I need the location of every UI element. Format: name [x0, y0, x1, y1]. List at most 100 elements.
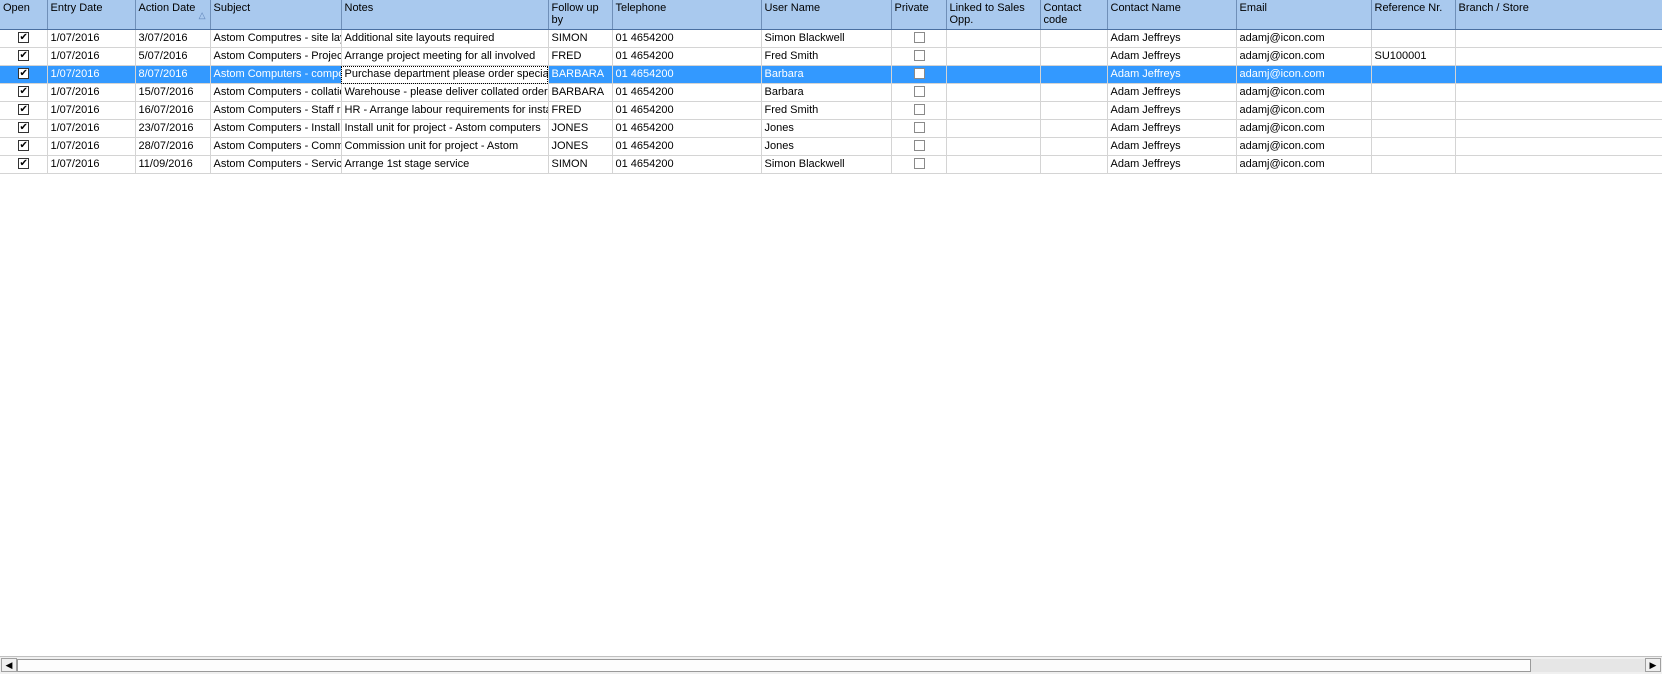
- open-checkbox[interactable]: ✔: [18, 103, 30, 115]
- col-header-follow-up-by[interactable]: Follow up by: [548, 0, 613, 30]
- cell-email[interactable]: adamj@icon.com: [1236, 65, 1372, 84]
- cell-follow-up-by[interactable]: FRED: [548, 47, 613, 66]
- table-row[interactable]: ✔ 1/07/2016 23/07/2016 Astom Computers - In…: [0, 119, 1662, 138]
- cell-branch-store[interactable]: [1455, 83, 1662, 102]
- private-checkbox[interactable]: [913, 157, 925, 169]
- col-header-contact-code[interactable]: Contact code: [1040, 0, 1108, 30]
- cell-entry-date[interactable]: 1/07/2016: [47, 65, 136, 84]
- cell-reference-nr[interactable]: [1371, 101, 1456, 120]
- cell-linked-sales-opp[interactable]: [946, 101, 1041, 120]
- col-header-notes[interactable]: Notes: [341, 0, 549, 30]
- open-checkbox[interactable]: ✔: [18, 157, 30, 169]
- col-header-subject[interactable]: Subject: [210, 0, 342, 30]
- open-cell[interactable]: ✔: [0, 119, 48, 138]
- col-header-action-date[interactable]: Action Date △: [135, 0, 211, 30]
- cell-user-name[interactable]: Jones: [761, 137, 892, 156]
- cell-subject[interactable]: Astom Computers - Service: [210, 155, 342, 174]
- cell-contact-code[interactable]: [1040, 101, 1108, 120]
- cell-notes[interactable]: HR - Arrange labour requirements for ins…: [341, 101, 549, 120]
- cell-contact-code[interactable]: [1040, 29, 1108, 48]
- cell-linked-sales-opp[interactable]: [946, 47, 1041, 66]
- table-row[interactable]: ✔ 1/07/2016 15/07/2016 Astom Computers - co…: [0, 83, 1662, 102]
- cell-reference-nr[interactable]: [1371, 137, 1456, 156]
- col-header-open[interactable]: Open: [0, 0, 48, 30]
- cell-contact-code[interactable]: [1040, 65, 1108, 84]
- cell-user-name[interactable]: Fred Smith: [761, 101, 892, 120]
- cell-linked-sales-opp[interactable]: [946, 155, 1041, 174]
- cell-action-date[interactable]: 16/07/2016: [135, 101, 211, 120]
- cell-notes[interactable]: Purchase department please order special: [341, 65, 549, 84]
- cell-notes[interactable]: Warehouse - please deliver collated orde…: [341, 83, 549, 102]
- cell-contact-code[interactable]: [1040, 155, 1108, 174]
- private-checkbox[interactable]: [913, 67, 925, 79]
- cell-email[interactable]: adamj@icon.com: [1236, 83, 1372, 102]
- cell-entry-date[interactable]: 1/07/2016: [47, 29, 136, 48]
- open-cell[interactable]: ✔: [0, 47, 48, 66]
- open-checkbox[interactable]: ✔: [18, 49, 30, 61]
- cell-notes[interactable]: Additional site layouts required: [341, 29, 549, 48]
- cell-telephone[interactable]: 01 4654200: [612, 137, 762, 156]
- cell-entry-date[interactable]: 1/07/2016: [47, 47, 136, 66]
- cell-linked-sales-opp[interactable]: [946, 29, 1041, 48]
- cell-branch-store[interactable]: [1455, 65, 1662, 84]
- cell-contact-name[interactable]: Adam Jeffreys: [1107, 29, 1237, 48]
- open-checkbox[interactable]: ✔: [18, 121, 30, 133]
- cell-action-date[interactable]: 8/07/2016: [135, 65, 211, 84]
- cell-reference-nr[interactable]: [1371, 155, 1456, 174]
- cell-entry-date[interactable]: 1/07/2016: [47, 155, 136, 174]
- cell-contact-code[interactable]: [1040, 137, 1108, 156]
- cell-notes[interactable]: Arrange 1st stage service: [341, 155, 549, 174]
- cell-follow-up-by[interactable]: FRED: [548, 101, 613, 120]
- cell-email[interactable]: adamj@icon.com: [1236, 137, 1372, 156]
- cell-subject[interactable]: Astom Computers - Project: [210, 47, 342, 66]
- table-row[interactable]: ✔ 1/07/2016 5/07/2016 Astom Computers - Pro…: [0, 47, 1662, 66]
- cell-contact-code[interactable]: [1040, 83, 1108, 102]
- private-checkbox[interactable]: [913, 139, 925, 151]
- cell-contact-code[interactable]: [1040, 119, 1108, 138]
- open-cell[interactable]: ✔: [0, 83, 48, 102]
- cell-telephone[interactable]: 01 4654200: [612, 83, 762, 102]
- open-cell[interactable]: ✔: [0, 29, 48, 48]
- private-checkbox[interactable]: [913, 103, 925, 115]
- cell-action-date[interactable]: 28/07/2016: [135, 137, 211, 156]
- cell-follow-up-by[interactable]: SIMON: [548, 155, 613, 174]
- cell-contact-name[interactable]: Adam Jeffreys: [1107, 101, 1237, 120]
- private-cell[interactable]: [891, 83, 947, 102]
- cell-reference-nr[interactable]: SU100001: [1371, 47, 1456, 66]
- table-row[interactable]: ✔ 1/07/2016 16/07/2016 Astom Computers - St…: [0, 101, 1662, 120]
- cell-notes[interactable]: Arrange project meeting for all involved: [341, 47, 549, 66]
- col-header-linked-sales-opp[interactable]: Linked to Sales Opp.: [946, 0, 1041, 30]
- cell-telephone[interactable]: 01 4654200: [612, 101, 762, 120]
- private-cell[interactable]: [891, 101, 947, 120]
- open-checkbox[interactable]: ✔: [18, 31, 30, 43]
- cell-user-name[interactable]: Barbara: [761, 83, 892, 102]
- cell-follow-up-by[interactable]: JONES: [548, 137, 613, 156]
- cell-subject[interactable]: Astom Computers - components: [210, 65, 342, 84]
- cell-user-name[interactable]: Jones: [761, 119, 892, 138]
- cell-action-date[interactable]: 15/07/2016: [135, 83, 211, 102]
- cell-entry-date[interactable]: 1/07/2016: [47, 119, 136, 138]
- private-checkbox[interactable]: [913, 85, 925, 97]
- cell-linked-sales-opp[interactable]: [946, 137, 1041, 156]
- cell-notes[interactable]: Commission unit for project - Astom: [341, 137, 549, 156]
- cell-reference-nr[interactable]: [1371, 29, 1456, 48]
- cell-telephone[interactable]: 01 4654200: [612, 65, 762, 84]
- cell-follow-up-by[interactable]: BARBARA: [548, 65, 613, 84]
- cell-user-name[interactable]: Barbara: [761, 65, 892, 84]
- cell-subject[interactable]: Astom Computers - collation: [210, 83, 342, 102]
- col-header-email[interactable]: Email: [1236, 0, 1372, 30]
- cell-action-date[interactable]: 3/07/2016: [135, 29, 211, 48]
- private-checkbox[interactable]: [913, 49, 925, 61]
- scrollbar-track[interactable]: [17, 659, 1645, 672]
- cell-reference-nr[interactable]: [1371, 83, 1456, 102]
- private-checkbox[interactable]: [913, 121, 925, 133]
- cell-telephone[interactable]: 01 4654200: [612, 155, 762, 174]
- cell-email[interactable]: adamj@icon.com: [1236, 119, 1372, 138]
- scroll-left-icon[interactable]: ◀: [1, 658, 17, 672]
- cell-contact-name[interactable]: Adam Jeffreys: [1107, 65, 1237, 84]
- cell-branch-store[interactable]: [1455, 119, 1662, 138]
- cell-action-date[interactable]: 11/09/2016: [135, 155, 211, 174]
- cell-contact-name[interactable]: Adam Jeffreys: [1107, 83, 1237, 102]
- cell-contact-name[interactable]: Adam Jeffreys: [1107, 155, 1237, 174]
- open-cell[interactable]: ✔: [0, 101, 48, 120]
